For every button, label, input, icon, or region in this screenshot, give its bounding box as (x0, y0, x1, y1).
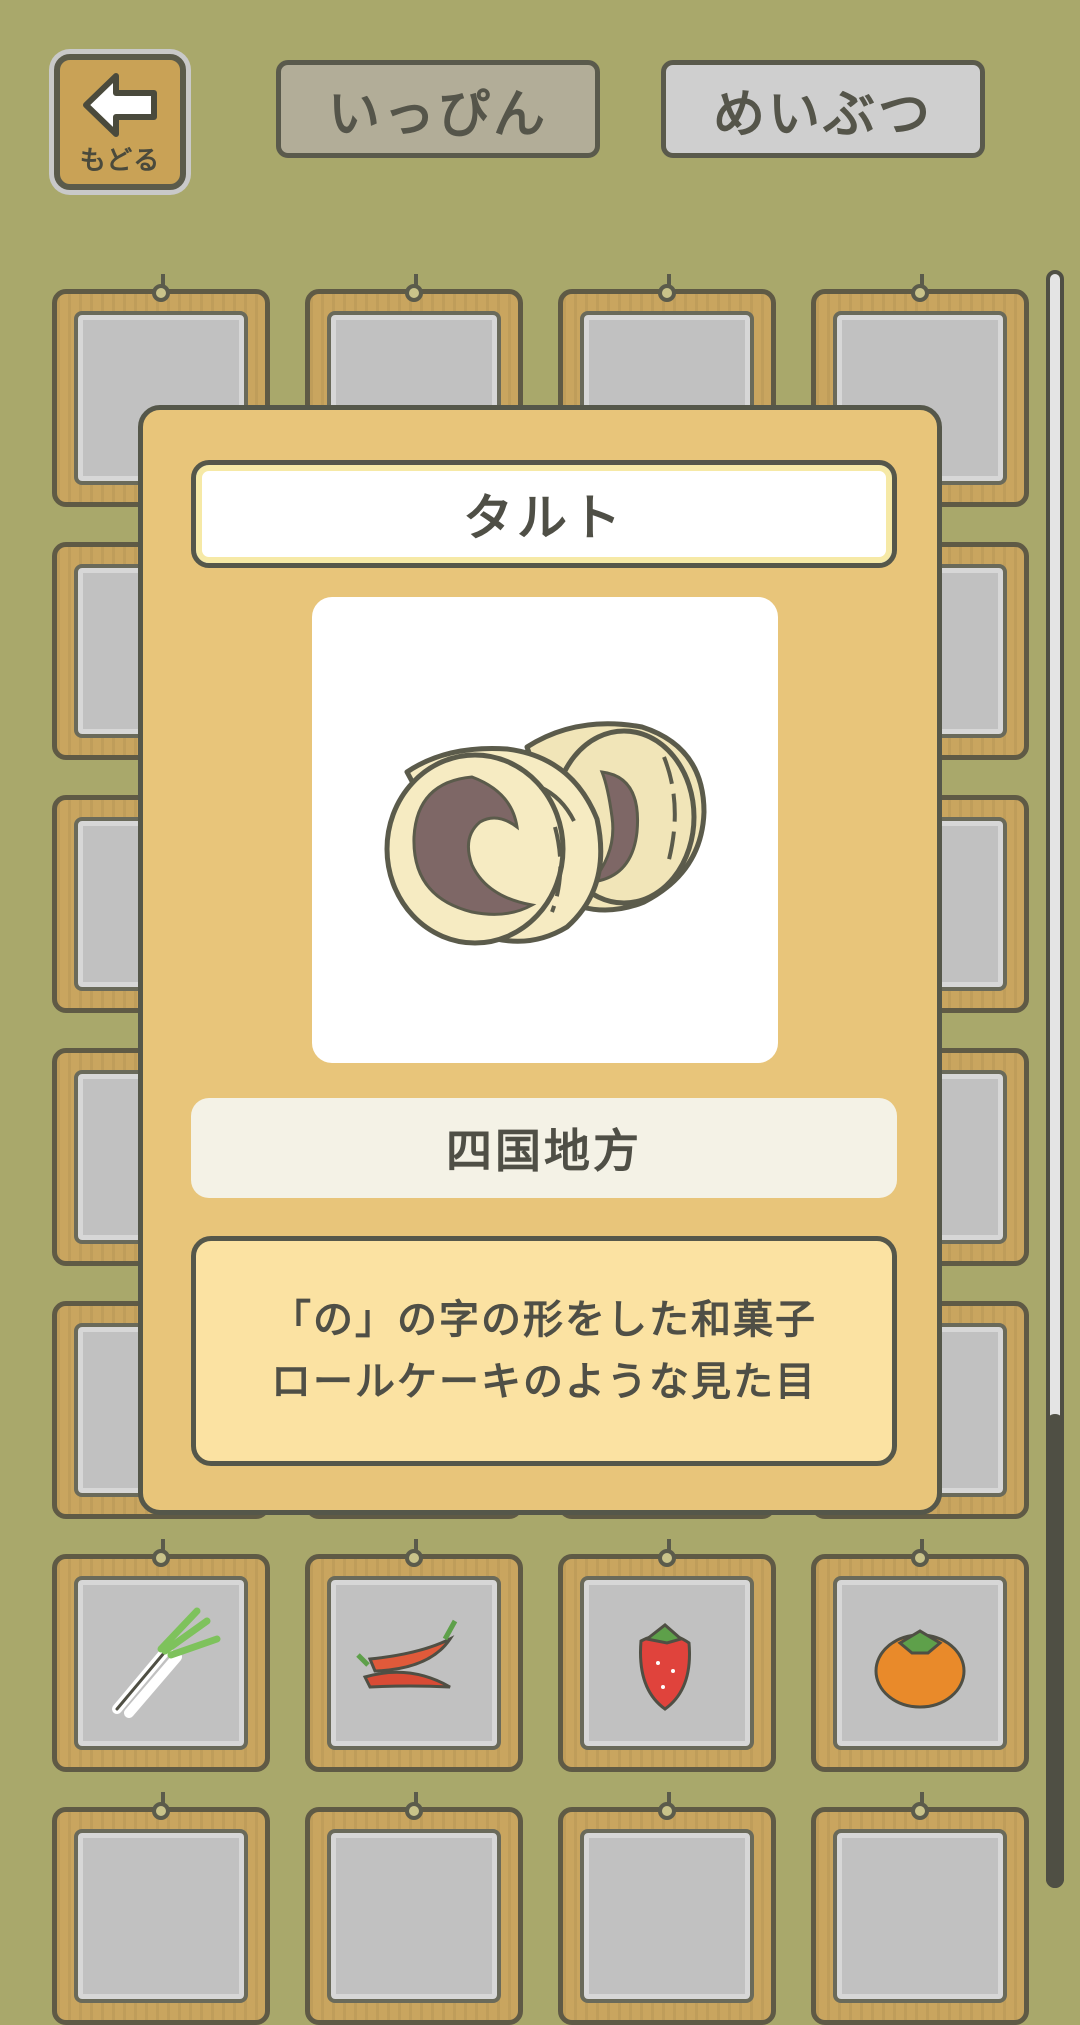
item-image-panel (312, 597, 778, 1063)
item-card[interactable] (558, 1792, 776, 2025)
tart-roll-cake-icon (384, 721, 707, 946)
back-button[interactable]: もどる (54, 54, 186, 190)
item-card[interactable] (305, 1792, 523, 2025)
item-card[interactable] (811, 1539, 1029, 1772)
card-hook-icon (152, 1792, 170, 1820)
item-card-slot (833, 1829, 1007, 2003)
item-name: タルト (191, 460, 897, 568)
red-chili-peppers-icon (356, 1619, 458, 1689)
card-hook-icon (658, 1792, 676, 1820)
card-hook-icon (152, 274, 170, 302)
persimmon-icon (874, 1629, 966, 1709)
description-line-1: 「の」の字の形をした和菓子 (271, 1297, 817, 1343)
back-button-label: もどる (79, 146, 161, 176)
card-hook-icon (658, 274, 676, 302)
item-card-slot (74, 1829, 248, 2003)
tab-items[interactable]: いっぴん (276, 60, 600, 158)
scrollbar-thumb[interactable] (1046, 1414, 1064, 1888)
item-description: 「の」の字の形をした和菓子 ロールケーキのような見た目 (191, 1236, 897, 1466)
item-card-slot (327, 1829, 501, 2003)
card-hook-icon (911, 1792, 929, 1820)
card-hook-icon (405, 1792, 423, 1820)
item-card-slot (580, 1829, 754, 2003)
item-card[interactable] (305, 1539, 523, 1772)
card-hook-icon (405, 274, 423, 302)
tab-specialties[interactable]: めいぶつ (661, 60, 985, 158)
description-line-2: ロールケーキのような見た目 (271, 1359, 817, 1405)
green-onion-icon (112, 1607, 221, 1718)
strawberry-icon (639, 1623, 691, 1711)
item-detail-dialog[interactable]: タルト 四国地方 「の」の字の形をした和菓子 ロールケーキのような見た目 (138, 405, 942, 1515)
item-region: 四国地方 (191, 1098, 897, 1198)
item-card[interactable] (558, 1539, 776, 1772)
card-hook-icon (911, 274, 929, 302)
item-card[interactable] (52, 1792, 270, 2025)
item-card[interactable] (811, 1792, 1029, 2025)
back-arrow-icon (83, 73, 157, 137)
item-card[interactable] (52, 1539, 270, 1772)
